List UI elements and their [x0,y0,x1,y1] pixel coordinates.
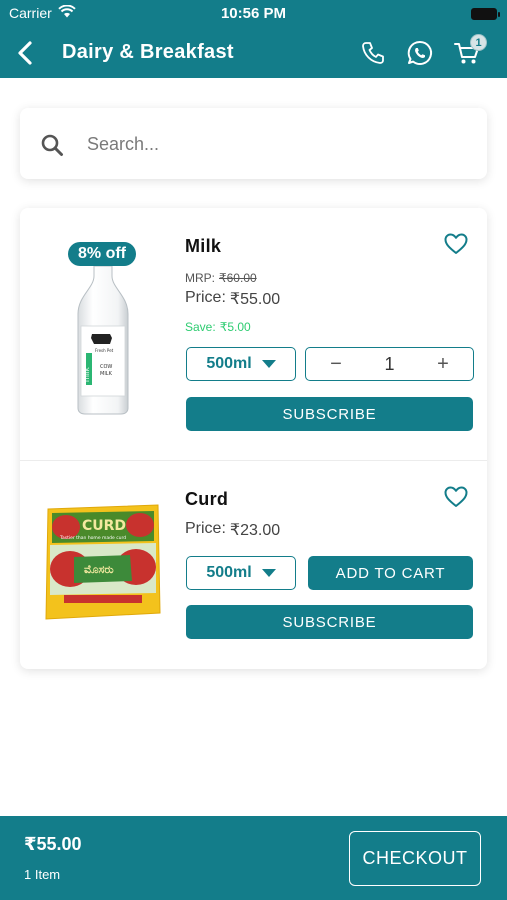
price-value: ₹55.00 [229,291,281,308]
curd-tagline-text: Tastier than home made curd [59,535,126,541]
checkout-button[interactable]: CHECKOUT [349,831,481,886]
size-value: 500ml [206,355,252,372]
quantity-stepper: − 1 + [305,347,474,381]
decrement-button[interactable]: − [326,354,346,374]
price-line: Price: ₹23.00 [185,520,280,540]
quantity-value: 1 [384,353,395,374]
mrp-line: MRP: ₹60.00 [185,271,257,285]
checkout-bar: ₹55.00 1 Item CHECKOUT [0,816,507,900]
search-input[interactable] [87,130,467,158]
call-button[interactable] [357,37,389,69]
status-bar: Carrier 10:56 PM [0,0,507,28]
product-divider [20,460,487,461]
wishlist-button[interactable] [443,232,469,256]
cart-count-badge: 1 [470,34,487,51]
product-name: Milk [185,236,222,256]
cart-total: ₹55.00 [24,834,82,854]
wishlist-button[interactable] [443,485,469,509]
cart-button[interactable]: 1 [451,34,487,69]
increment-button[interactable]: + [433,354,453,374]
curd-kannada-text: ಮೊಸರು [84,563,114,576]
back-arrow-icon [18,41,32,65]
price-value: ₹23.00 [229,522,281,539]
cart-item-count: 1 Item [24,867,61,882]
search-icon [40,133,64,162]
milk-cow-text: COW [100,364,112,370]
milk-label-text: milk [83,366,91,382]
chevron-down-icon [261,360,276,368]
size-value: 500ml [206,564,252,581]
save-line: Save: ₹5.00 [185,320,251,334]
milk-milk-text: MILK [100,371,113,377]
price-line: Price: ₹55.00 [185,289,280,309]
discount-badge: 8% off [68,242,136,266]
mrp-label: MRP: [185,271,215,285]
mrp-value: ₹60.00 [219,271,257,285]
size-dropdown[interactable]: 500ml [186,347,296,381]
subscribe-button[interactable]: SUBSCRIBE [186,605,473,639]
chevron-down-icon [261,569,276,577]
save-value: ₹5.00 [219,320,251,334]
back-button[interactable] [10,38,40,68]
page-title: Dairy & Breakfast [62,41,234,63]
nav-bar: Dairy & Breakfast 1 [0,28,507,78]
price-label: Price: [185,289,226,306]
curd-label-text: CURD [82,518,126,534]
status-time: 10:56 PM [220,5,287,22]
heart-icon [444,486,468,507]
phone-icon [362,42,384,64]
product-name: Curd [185,489,229,509]
curd-product-image: CURD Tastier than home made curd ಮೊಸರು [44,503,162,621]
milk-product-image: milk Fresh Pet COW MILK [70,258,136,416]
subscribe-button[interactable]: SUBSCRIBE [186,397,473,431]
whatsapp-button[interactable] [404,37,436,69]
milk-brand-text: Fresh Pet [95,348,114,353]
add-to-cart-button[interactable]: ADD TO CART [308,556,473,590]
heart-icon [444,233,468,254]
battery-icon [471,8,500,20]
save-label: Save: [185,320,216,334]
price-label: Price: [185,520,226,537]
whatsapp-icon [407,40,433,65]
size-dropdown[interactable]: 500ml [186,556,296,590]
